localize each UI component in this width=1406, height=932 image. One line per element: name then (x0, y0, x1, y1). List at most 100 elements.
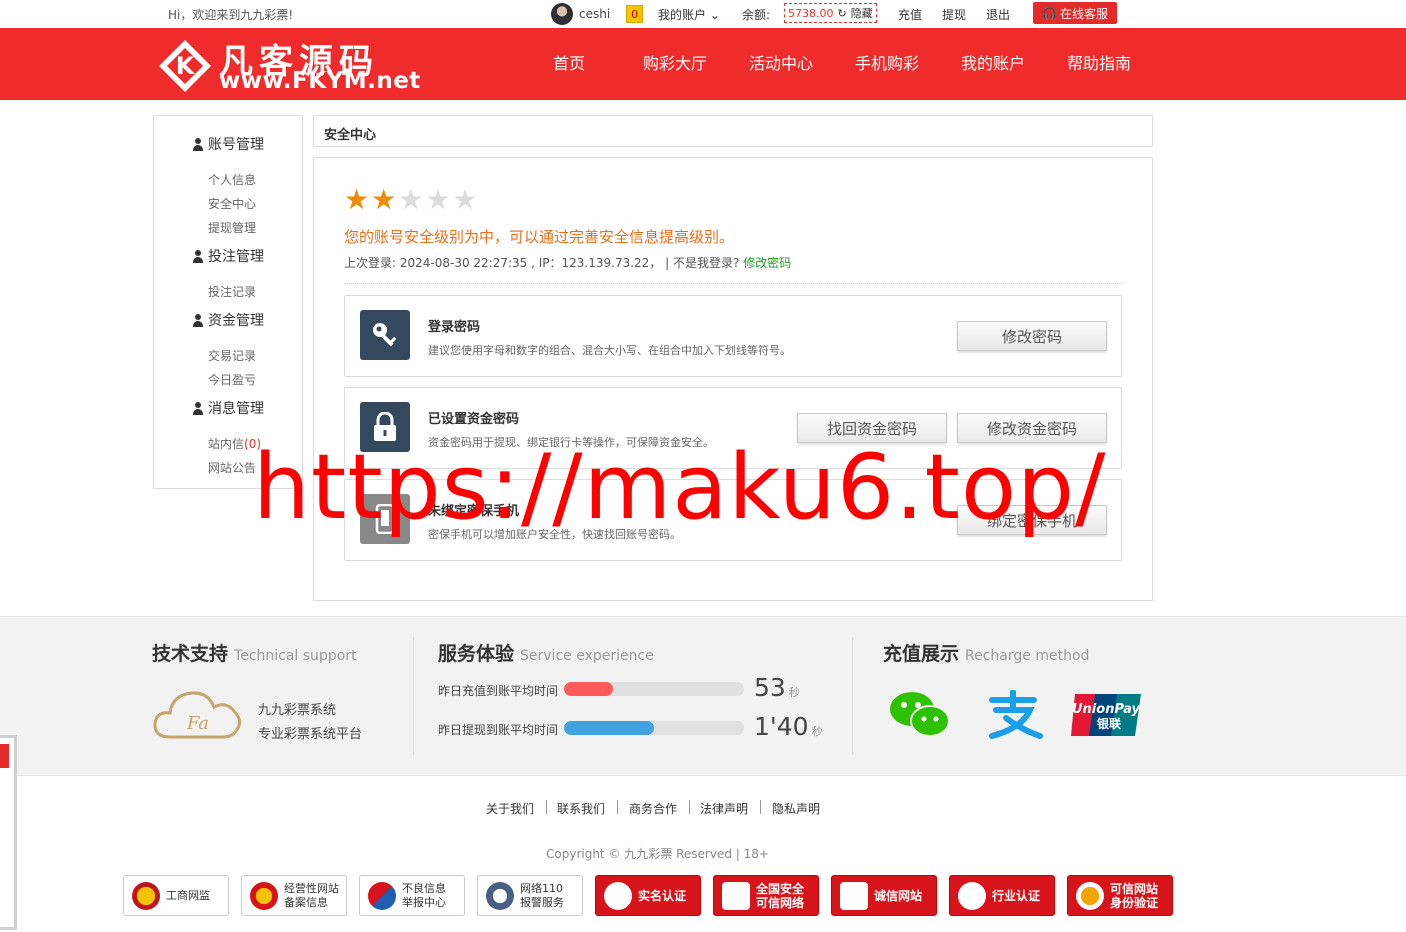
my-account-label: 我的账户 (658, 8, 707, 22)
section-title: 充值展示 (883, 643, 960, 665)
recharge-link[interactable]: 充值 (898, 6, 922, 23)
cert-badge-cyber-police[interactable]: 网络110 报警服务 (477, 875, 583, 916)
customer-service-label: 在线客服 (1059, 6, 1108, 21)
sidebar-group-label: 资金管理 (208, 313, 264, 329)
logo-mark-icon: K (159, 40, 211, 92)
sidebar-group-label: 投注管理 (208, 249, 264, 265)
floating-side-panel[interactable] (0, 735, 17, 930)
divider (344, 283, 1122, 284)
tech-line-1: 九九彩票系统 (258, 703, 337, 718)
headset-icon: 🎧 (1042, 6, 1057, 20)
change-password-link[interactable]: 修改密码 (743, 256, 791, 270)
shield-icon (722, 881, 750, 910)
username[interactable]: ceshi (579, 7, 610, 21)
message-count-badge[interactable]: 0 (626, 5, 644, 23)
avatar[interactable] (551, 3, 573, 25)
top-bar: Hi，欢迎来到九九彩票! ceshi 0 我的账户 ⌄ 余额: 5738.00 … (0, 0, 1406, 28)
page-title: 安全中心 (324, 128, 377, 143)
v-badge-icon (958, 881, 986, 910)
withdraw-time-value: 1'40 秒 (754, 712, 823, 741)
logo-url: www.FKYM.net (219, 68, 421, 94)
tech-line-2: 专业彩票系统平台 (258, 727, 363, 742)
sidebar-group-label: 账号管理 (208, 137, 264, 153)
balance-label: 余额: (742, 8, 771, 22)
cert-label: 可信网站 身份验证 (1110, 881, 1159, 910)
sidebar-item-label: 站内信 (208, 437, 245, 451)
sidebar-group-funds: 资金管理 (192, 310, 264, 330)
balance-amount: 5738.00 (788, 6, 834, 20)
security-rating: ★ ★ ★ ★ ★ (344, 186, 478, 214)
card-title: 已设置资金密码 (428, 412, 520, 427)
withdraw-time-label: 昨日提现到账平均时间 (438, 723, 559, 737)
footer-link-about[interactable]: 关于我们 (486, 800, 534, 817)
my-account-menu[interactable]: 我的账户 ⌄ (658, 6, 720, 23)
footer-link-contact[interactable]: 联系我们 (557, 800, 605, 817)
last-login-text: 上次登录: 2024-08-30 22:27:35 , IP：123.139.7… (344, 256, 740, 270)
star-empty-icon: ★ (425, 183, 451, 216)
nav-home[interactable]: 首页 (553, 28, 585, 100)
user-info[interactable]: ceshi 0 (551, 3, 644, 25)
footer-link-legal[interactable]: 法律声明 (700, 800, 748, 817)
sidebar-item-today-pnl[interactable]: 今日盈亏 (208, 371, 256, 388)
cloud-logo-icon: Fa (153, 691, 241, 739)
cert-badge-integrity-site[interactable]: 诚信网站 (831, 875, 937, 916)
sidebar-item-security-center[interactable]: 安全中心 (208, 195, 256, 212)
nav-my-account[interactable]: 我的账户 (961, 28, 1025, 100)
panel-header: 安全中心 (313, 115, 1153, 147)
trusted-icon (1076, 881, 1104, 910)
wechat-pay-icon (882, 687, 958, 743)
cert-badge-industry-cert[interactable]: 行业认证 (949, 875, 1055, 916)
star-empty-icon: ★ (452, 183, 478, 216)
refresh-icon[interactable]: ↻ (838, 7, 847, 20)
sidebar-item-announcements[interactable]: 网站公告 (208, 459, 256, 476)
last-login-info: 上次登录: 2024-08-30 22:27:35 , IP：123.139.7… (344, 254, 791, 271)
nav-help[interactable]: 帮助指南 (1067, 28, 1131, 100)
user-icon (192, 137, 204, 151)
sidebar-item-withdraw-manage[interactable]: 提现管理 (208, 219, 256, 236)
cert-label: 不良信息 举报中心 (402, 881, 446, 909)
svg-text:K: K (176, 52, 196, 80)
cert-badge-site-filing[interactable]: 经营性网站 备案信息 (241, 875, 347, 916)
recharge-time-bar (564, 682, 744, 696)
cert-label: 工商网监 (166, 888, 210, 902)
seal-icon (604, 881, 632, 910)
star-filled-icon: ★ (371, 183, 397, 216)
value-number: 1'40 (754, 712, 809, 741)
recharge-methods-title: 充值展示 Recharge method (883, 639, 1089, 666)
sidebar-item-bet-records[interactable]: 投注记录 (208, 283, 256, 300)
withdraw-link[interactable]: 提现 (942, 6, 966, 23)
login-password-card: 登录密码 建议您使用字母和数字的组合、混合大小写、在组合中加入下划线等符号。 修… (344, 295, 1122, 377)
unionpay-icon: UnionPay 银联 (1068, 687, 1144, 743)
footer-info-band: 技术支持 Technical support Fa 九九彩票系统 专业彩票系统平台… (0, 616, 1406, 776)
logout-link[interactable]: 退出 (986, 6, 1010, 23)
cert-badge-trusted-identity[interactable]: 可信网站 身份验证 (1067, 875, 1173, 916)
nav-activity-center[interactable]: 活动中心 (749, 28, 813, 100)
copyright: Copyright © 九九彩票 Reserved | 18+ (546, 847, 769, 861)
sidebar-item-personal-info[interactable]: 个人信息 (208, 171, 256, 188)
hide-balance-link[interactable]: 隐藏 (851, 5, 873, 21)
nav-lottery-hall[interactable]: 购彩大厅 (643, 28, 707, 100)
recharge-time-value: 53 秒 (754, 673, 800, 702)
section-title: 服务体验 (438, 643, 515, 665)
cert-badge-real-name[interactable]: 实名认证 (595, 875, 701, 916)
recharge-time-label: 昨日充值到账平均时间 (438, 684, 559, 698)
cert-badge-report-center[interactable]: 不良信息 举报中心 (359, 875, 465, 916)
change-login-password-button[interactable]: 修改密码 (957, 321, 1107, 351)
footer-link-business[interactable]: 商务合作 (629, 800, 677, 817)
cert-label: 诚信网站 (874, 888, 923, 903)
site-logo[interactable]: K 凡客源码 www.FKYM.net (153, 30, 420, 98)
cert-badge-trusted-network[interactable]: 全国安全 可信网络 (713, 875, 819, 916)
svg-text:UnionPay: UnionPay (1072, 702, 1141, 717)
section-subtitle: Service experience (520, 648, 654, 664)
nav-mobile-lottery[interactable]: 手机购彩 (855, 28, 919, 100)
bar-fill (564, 721, 654, 735)
sidebar-group-messages: 消息管理 (192, 398, 264, 418)
cert-badge-business-supervision[interactable]: 工商网监 (123, 875, 229, 916)
bar-fill (564, 682, 613, 696)
integrity-icon (840, 881, 868, 910)
customer-service-button[interactable]: 🎧 在线客服 (1033, 2, 1117, 24)
sidebar-item-transactions[interactable]: 交易记录 (208, 347, 256, 364)
divider (689, 800, 690, 814)
tech-support-title: 技术支持 Technical support (152, 639, 357, 666)
footer-link-privacy[interactable]: 隐私声明 (772, 800, 820, 817)
